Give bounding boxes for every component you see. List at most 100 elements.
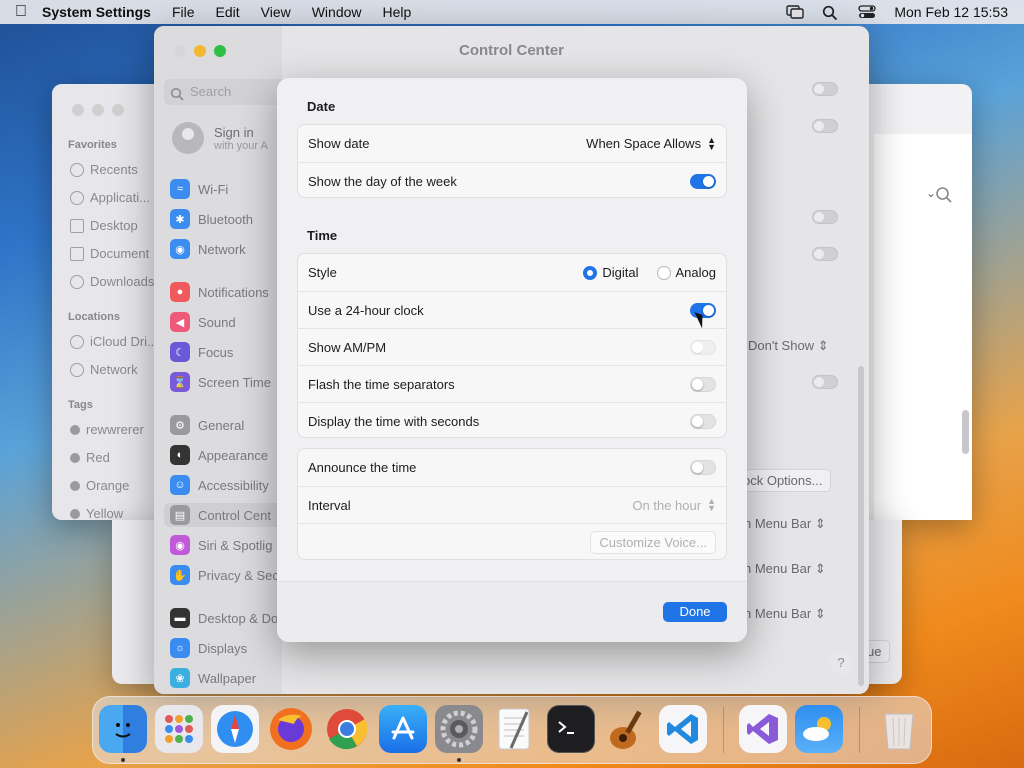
dock-garageband-icon[interactable] <box>603 705 651 753</box>
control-center-icon[interactable] <box>858 5 877 19</box>
date-section-header: Date <box>307 99 336 114</box>
dock-textedit-icon[interactable] <box>491 705 539 753</box>
menu-file[interactable]: File <box>172 4 195 20</box>
minimize-button[interactable] <box>92 104 104 116</box>
menu-bar-popup-1[interactable]: n Menu Bar ⇕ <box>744 516 826 532</box>
seconds-toggle[interactable] <box>690 413 716 429</box>
dont-show-popup[interactable]: Don't Show ⇕ <box>748 338 829 354</box>
sidebar-item-siri[interactable]: ◉ Siri & Spotlig <box>170 535 272 555</box>
finder-locations-header: Locations <box>68 311 120 323</box>
up-down-chevron-icon: ▲ ▼ <box>707 496 716 513</box>
menu-clock[interactable]: Mon Feb 12 15:53 <box>894 4 1008 20</box>
dock-terminal-icon[interactable] <box>547 705 595 753</box>
finder-tag-item[interactable]: rewwrerer <box>70 422 144 437</box>
sidebar-item-privacy[interactable]: ✋ Privacy & Sec <box>170 565 279 585</box>
customize-voice-row: Customize Voice... <box>298 523 726 560</box>
radio-analog-button[interactable] <box>656 265 671 280</box>
search-placeholder: Search <box>190 84 232 99</box>
finder-item-icloud[interactable]: iCloud Dri... <box>70 334 158 349</box>
show-date-popup[interactable]: When Space Allows ▲ ▼ <box>586 135 716 151</box>
interval-value: On the hour <box>632 497 702 513</box>
dock-system-settings-icon[interactable] <box>435 705 483 753</box>
sidebar-item-bluetooth[interactable]: ✱ Bluetooth <box>170 209 253 229</box>
menu-window[interactable]: Window <box>312 4 362 20</box>
sidebar-item-accessibility[interactable]: ☺ Accessibility <box>170 475 269 495</box>
toggle-switch[interactable] <box>812 119 838 133</box>
done-button[interactable]: Done <box>663 602 727 622</box>
ampm-label: Show AM/PM <box>308 339 387 355</box>
finder-item-desktop[interactable]: Desktop <box>70 218 138 233</box>
flash-toggle[interactable] <box>690 376 716 392</box>
search-icon[interactable] <box>935 186 953 207</box>
finder-tag-red[interactable]: Red <box>70 450 110 465</box>
time-group: Style Digital Analog Use a 24-hour clock… <box>297 253 727 438</box>
finder-scrollbar[interactable] <box>962 410 969 454</box>
interval-popup[interactable]: On the hour ▲ ▼ <box>632 496 716 513</box>
sidebar-item-desktop-dock[interactable]: ▬ Desktop & Do <box>170 608 278 628</box>
dock-launchpad-icon[interactable] <box>155 705 203 753</box>
seconds-row: Display the time with seconds <box>298 402 726 439</box>
toggle-switch[interactable] <box>812 82 838 96</box>
finder-tag-orange[interactable]: Orange <box>70 478 129 493</box>
sidebar-item-general[interactable]: ⚙ General <box>170 415 244 435</box>
zoom-button[interactable] <box>112 104 124 116</box>
toggle-switch[interactable] <box>812 210 838 224</box>
menu-bar-popup-3[interactable]: n Menu Bar ⇕ <box>744 606 826 622</box>
sidebar-item-notifications[interactable]: ● Notifications <box>170 282 269 302</box>
show-day-toggle[interactable] <box>690 173 716 189</box>
apple-id-signin[interactable]: Sign in with your A <box>172 122 268 154</box>
globe-icon: ◉ <box>170 239 190 259</box>
sidebar-item-control-center[interactable]: ▤ Control Cent <box>164 503 282 527</box>
sidebar-item-network[interactable]: ◉ Network <box>170 239 246 259</box>
dock-app-store-icon[interactable] <box>379 705 427 753</box>
dock-weather-icon[interactable] <box>795 705 843 753</box>
ampm-toggle[interactable] <box>690 339 716 355</box>
finder-item-downloads[interactable]: Downloads <box>70 274 154 289</box>
toggle-switch[interactable] <box>812 247 838 261</box>
dock-firefox-icon[interactable] <box>267 705 315 753</box>
menu-help[interactable]: Help <box>383 4 412 20</box>
finder-item-applications[interactable]: Applicati... <box>70 190 150 205</box>
finder-favorites-header: Favorites <box>68 139 117 151</box>
sidebar-item-wallpaper[interactable]: ❀ Wallpaper <box>170 668 256 688</box>
moon-icon: ☾ <box>170 342 190 362</box>
menu-bar-popup-2[interactable]: n Menu Bar ⇕ <box>744 561 826 577</box>
clock-options-button[interactable]: ock Options... <box>734 469 832 492</box>
menu-edit[interactable]: Edit <box>216 4 240 20</box>
radio-digital[interactable]: Digital <box>583 265 639 280</box>
sidebar-item-sound[interactable]: ◀ Sound <box>170 312 236 332</box>
sidebar-item-focus[interactable]: ☾ Focus <box>170 342 233 362</box>
dock-safari-icon[interactable] <box>211 705 259 753</box>
download-icon <box>70 274 84 289</box>
dock-trash-icon[interactable] <box>875 705 923 753</box>
finder-tags-header: Tags <box>68 399 93 411</box>
apple-menu-icon[interactable]:  <box>0 3 42 21</box>
toggle-switch[interactable] <box>812 375 838 389</box>
dock-finder-icon[interactable] <box>99 705 147 753</box>
help-button[interactable]: ? <box>830 652 852 674</box>
sidebar-item-appearance[interactable]: ◐ Appearance <box>170 445 268 465</box>
screen-mirroring-icon[interactable] <box>786 5 805 19</box>
close-button[interactable] <box>72 104 84 116</box>
sidebar-item-screen-time[interactable]: ⌛ Screen Time <box>170 372 271 392</box>
tag-dot-icon <box>70 424 80 435</box>
announce-toggle[interactable] <box>690 460 716 475</box>
dock-vscode-icon[interactable] <box>659 705 707 753</box>
sidebar-item-displays[interactable]: ☼ Displays <box>170 638 247 658</box>
radio-digital-button[interactable] <box>583 265 598 280</box>
interval-row: Interval On the hour ▲ ▼ <box>298 486 726 523</box>
radio-digital-label: Digital <box>602 265 639 280</box>
spotlight-search-icon[interactable] <box>822 5 840 21</box>
settings-scrollbar[interactable] <box>858 366 864 686</box>
sidebar-item-wifi[interactable]: ≈ Wi-Fi <box>170 179 228 199</box>
finder-item-network[interactable]: Network <box>70 362 138 377</box>
dock-chrome-icon[interactable] <box>323 705 371 753</box>
dock-visual-studio-icon[interactable] <box>739 705 787 753</box>
radio-analog[interactable]: Analog <box>656 265 716 280</box>
menu-view[interactable]: View <box>261 4 291 20</box>
menu-app-name[interactable]: System Settings <box>42 4 151 20</box>
customize-voice-button[interactable]: Customize Voice... <box>590 530 716 554</box>
finder-item-recents[interactable]: Recents <box>70 162 138 177</box>
finder-item-documents[interactable]: Document <box>70 246 149 261</box>
finder-tag-yellow[interactable]: Yellow <box>70 506 123 521</box>
